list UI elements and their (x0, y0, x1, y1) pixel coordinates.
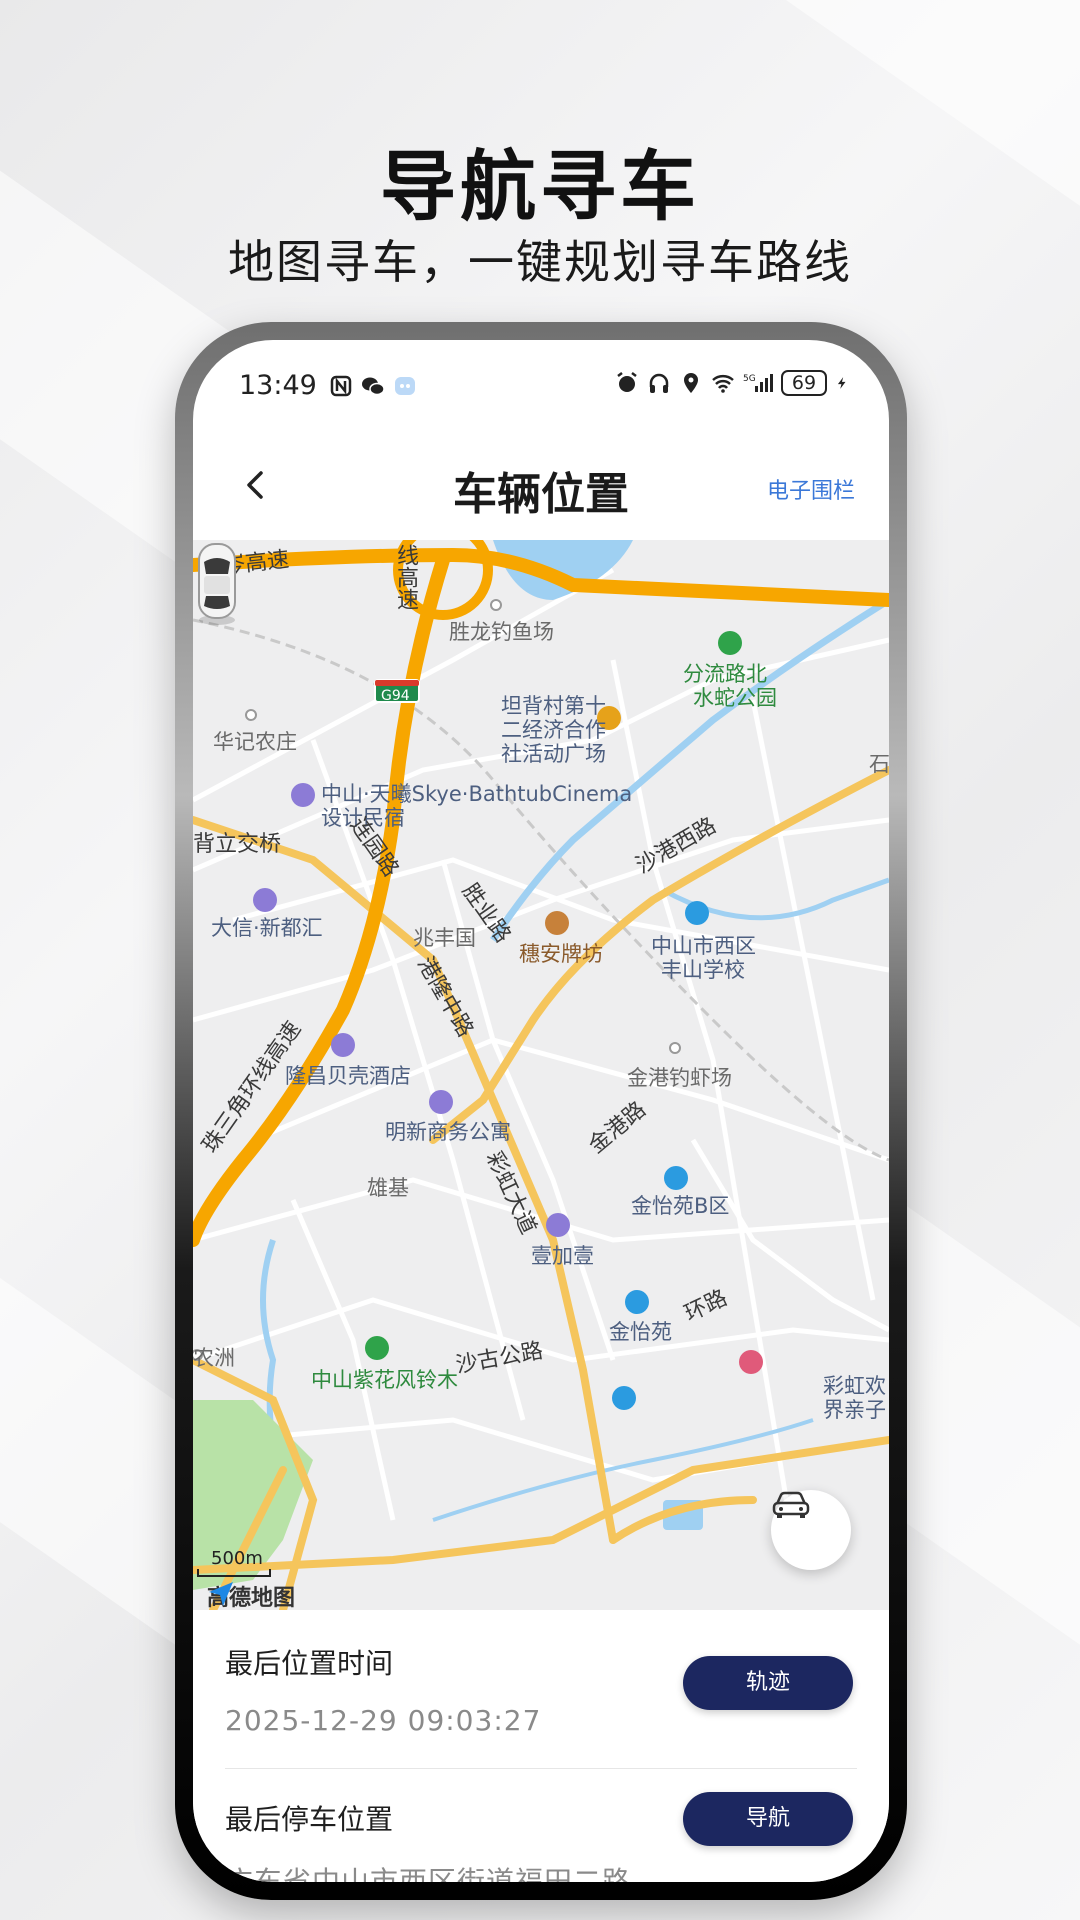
status-time: 13:49 (239, 370, 317, 401)
track-button[interactable]: 轨迹 (683, 1656, 853, 1710)
phone-frame: 13:49 5G 69 车辆位置 电子围栏 G94 深岑高速 线高速 胜龙钓鱼场… (175, 322, 907, 1900)
promo-subtitle: 地图寻车，一键规划寻车路线 (228, 235, 852, 289)
center-vehicle-button[interactable] (771, 1490, 851, 1570)
map-label: 农洲 (193, 1346, 235, 1370)
map-label: 社活动广场 (501, 742, 606, 766)
vehicle-location-marker[interactable] (193, 540, 241, 626)
svg-text:5G: 5G (743, 374, 756, 384)
vehicle-info-panel: 最后位置时间 2025-12-29 09:03:27 轨迹 最后停车位置 广东省… (193, 1610, 889, 1882)
map-label: 明新商务公寓 (385, 1120, 511, 1144)
app-notification-icon (395, 377, 415, 395)
divider (225, 1768, 857, 1769)
map-label: 大信·新都汇 (211, 916, 323, 940)
car-icon (772, 1491, 810, 1518)
promo-title: 导航寻车 (380, 142, 700, 231)
map-label: 石 (869, 752, 889, 776)
map-view[interactable]: G94 深岑高速 线高速 胜龙钓鱼场 分流路北 水蛇公园 坦背村第十 二经济合作… (193, 540, 889, 1610)
wifi-icon (712, 375, 734, 393)
phone-screen: 13:49 5G 69 车辆位置 电子围栏 G94 深岑高速 线高速 胜龙钓鱼场… (193, 340, 889, 1882)
map-label: 界亲子 (823, 1398, 886, 1422)
alarm-icon (617, 372, 637, 392)
status-bar: 13:49 5G 69 (193, 340, 889, 430)
charging-icon (837, 377, 846, 389)
battery-indicator: 69 (781, 370, 827, 396)
map-label: 雄基 (367, 1176, 409, 1200)
location-icon (684, 373, 698, 393)
navigate-button[interactable]: 导航 (683, 1792, 853, 1846)
map-label: 兆丰国 (413, 926, 476, 950)
map-label: 背立交桥 (193, 832, 282, 857)
last-parking-value: 广东省中山市西区街道福田二路 (225, 1865, 632, 1882)
map-label: 胜龙钓鱼场 (449, 620, 554, 644)
map-label: 华记农庄 (213, 730, 297, 754)
wechat-icon (362, 377, 385, 396)
map-label: 水蛇公园 (693, 686, 777, 710)
map-label: 中山紫花风铃木 (311, 1368, 458, 1392)
navigation-bar: 车辆位置 电子围栏 (193, 430, 889, 540)
navigation-arrow-icon (209, 1582, 233, 1606)
map-label: 隆昌贝壳酒店 (285, 1064, 411, 1088)
map-provider-logo: 高德地图 (207, 1580, 295, 1610)
map-scale: 500m (197, 1548, 271, 1577)
headphones-icon (649, 373, 669, 393)
geofence-link[interactable]: 电子围栏 (767, 473, 855, 505)
map-label: 线高速 (393, 544, 418, 610)
map-label: 金港钓虾场 (627, 1066, 732, 1090)
map-label: 穗安牌坊 (519, 942, 603, 966)
signal-icon: 5G (743, 374, 773, 392)
map-label: 壹加壹 (531, 1244, 594, 1268)
map-label: 金怡苑 (609, 1320, 672, 1344)
map-label: 金怡苑B区 (631, 1194, 730, 1218)
map-label: 丰山学校 (661, 958, 745, 982)
svg-text:G94: G94 (381, 688, 410, 704)
nfc-icon (330, 375, 352, 397)
